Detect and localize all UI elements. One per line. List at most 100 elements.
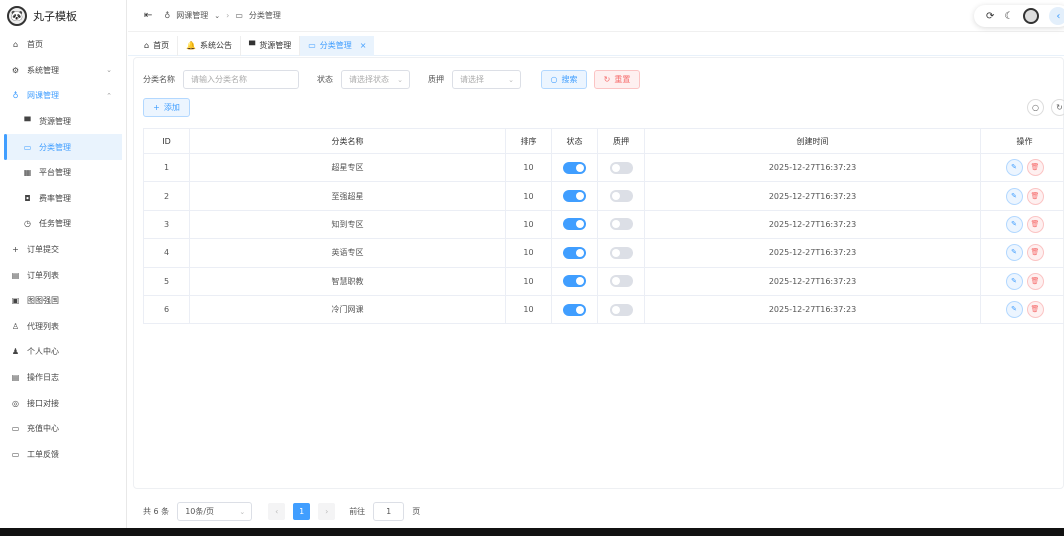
cell-sort: 10 xyxy=(505,266,552,296)
delete-icon[interactable]: 🗑 xyxy=(1026,301,1044,319)
cell-name: 冷门网课 xyxy=(189,294,506,325)
name-input[interactable]: 请输入分类名称 xyxy=(183,70,299,89)
pledge-toggle[interactable] xyxy=(609,190,633,203)
sidebar-item[interactable]: ▀ 货源管理 xyxy=(0,109,126,135)
chevron-icon: ⌄ xyxy=(106,66,112,75)
pledge-toggle[interactable] xyxy=(609,303,633,316)
search-label: 搜索 xyxy=(561,75,578,84)
edit-icon[interactable]: ✎ xyxy=(1005,301,1023,319)
breadcrumb-item[interactable]: 网课管理 xyxy=(176,10,208,21)
delete-icon[interactable]: 🗑 xyxy=(1026,272,1044,290)
tab[interactable]: ▭ 分类管理 × xyxy=(300,35,375,56)
search-button[interactable]: ○ 搜索 xyxy=(541,70,587,89)
edit-icon[interactable]: ✎ xyxy=(1005,244,1023,262)
status-toggle[interactable] xyxy=(563,161,586,174)
cell-name: 知到专区 xyxy=(189,209,506,240)
status-toggle[interactable] xyxy=(563,218,586,231)
edit-icon[interactable]: ✎ xyxy=(1005,272,1023,290)
sidebar-item[interactable]: ♟ 个人中心 xyxy=(0,339,126,365)
delete-icon[interactable]: 🗑 xyxy=(1026,215,1044,233)
status-toggle[interactable] xyxy=(563,303,586,316)
status-toggle[interactable] xyxy=(563,190,586,203)
sidebar-item[interactable]: ▤ 操作日志 xyxy=(0,365,126,391)
menu-icon: ♁ xyxy=(12,91,19,101)
delete-icon[interactable]: 🗑 xyxy=(1026,187,1044,205)
column-header: 状态 xyxy=(551,128,598,154)
cell-name: 至强超星 xyxy=(189,181,506,211)
sidebar-item[interactable]: ♙ 代理列表 xyxy=(0,314,126,340)
cell-pledge xyxy=(597,266,645,296)
search-icon: ○ xyxy=(550,75,558,84)
dark-mode-icon[interactable]: ☾ xyxy=(1004,11,1013,22)
page-1-button[interactable]: 1 xyxy=(293,503,311,520)
refresh-table-button[interactable]: ↻ xyxy=(1051,99,1064,116)
pledge-toggle[interactable] xyxy=(609,246,633,259)
table-row: 6 冷门网课 10 2025-12-27T16:37:23 ✎ 🗑 xyxy=(143,294,1064,325)
menu-icon: ▣ xyxy=(11,296,20,306)
cell-pledge xyxy=(597,181,645,211)
column-header: ID xyxy=(143,128,190,154)
cell-created: 2025-12-27T16:37:23 xyxy=(644,294,981,325)
edit-icon[interactable]: ✎ xyxy=(1005,159,1023,177)
pledge-toggle[interactable] xyxy=(609,275,633,288)
sidebar-item[interactable]: ⚙ 系统管理 ⌄ xyxy=(0,58,126,84)
sidebar-item-label: 平台管理 xyxy=(39,168,71,178)
edit-icon[interactable]: ✎ xyxy=(1005,187,1023,205)
chevron-icon: ⌃ xyxy=(106,91,112,100)
sidebar-item[interactable]: ▦ 平台管理 xyxy=(0,160,126,186)
sidebar-item[interactable]: ▭ 充值中心 xyxy=(0,416,126,442)
sidebar-item[interactable]: ◘ 费率管理 xyxy=(0,186,126,212)
sidebar-item[interactable]: ▭ 分类管理 xyxy=(4,134,122,160)
edit-icon[interactable]: ✎ xyxy=(1005,215,1023,233)
sidebar-item[interactable]: ▣ 图图强国 xyxy=(0,288,126,314)
tab[interactable]: ▀ 货源管理 xyxy=(241,35,301,56)
sidebar-item[interactable]: ▭ 工单反馈 xyxy=(0,442,126,468)
sidebar-item-label: 订单列表 xyxy=(27,270,59,280)
refresh-icon[interactable]: ⟳ xyxy=(986,11,994,22)
menu-icon: ♙ xyxy=(11,321,20,331)
cell-actions: ✎ 🗑 xyxy=(980,266,1064,296)
tab-label: 分类管理 xyxy=(319,41,352,50)
status-select[interactable]: 请选择状态 ⌄ xyxy=(341,70,410,89)
content-card: 分类名称 请输入分类名称 状态 请选择状态 ⌄ 质押 请选择 ⌄ ○ 搜索 ↻ 重置 +… xyxy=(133,57,1064,521)
sidebar-item[interactable]: ▤ 订单列表 xyxy=(0,262,126,288)
prev-page-button[interactable]: ‹ xyxy=(268,503,286,520)
collapse-toolbar-button[interactable]: ‹ xyxy=(1049,7,1064,25)
next-page-button[interactable]: › xyxy=(318,503,336,520)
pledge-select[interactable]: 请选择 ⌄ xyxy=(452,70,521,89)
sidebar-item[interactable]: ♁ 网课管理 ⌃ xyxy=(0,83,126,109)
sidebar-item[interactable]: ⌂ 首页 xyxy=(0,32,126,58)
sidebar-item-label: 网课管理 xyxy=(27,91,59,101)
menu-icon: ◎ xyxy=(12,398,19,408)
delete-icon[interactable]: 🗑 xyxy=(1026,159,1044,177)
page-size-value: 10条/页 xyxy=(185,507,215,516)
sidebar-item[interactable]: ◎ 接口对接 xyxy=(0,390,126,416)
menu-icon: ⌂ xyxy=(12,40,19,50)
status-toggle[interactable] xyxy=(563,275,586,288)
cell-created: 2025-12-27T16:37:23 xyxy=(644,238,981,268)
reset-button[interactable]: ↻ 重置 xyxy=(594,70,640,89)
sidebar-item[interactable]: ◷ 任务管理 xyxy=(0,211,126,237)
status-toggle[interactable] xyxy=(563,246,586,259)
pledge-toggle[interactable] xyxy=(609,161,633,174)
pledge-label: 质押 xyxy=(428,75,444,84)
goto-page-input[interactable]: 1 xyxy=(373,502,405,521)
delete-icon[interactable]: 🗑 xyxy=(1026,244,1044,262)
tab[interactable]: ⌂ 首页 xyxy=(136,35,179,56)
toggle-search-button[interactable]: ○ xyxy=(1027,99,1044,116)
page-size-select[interactable]: 10条/页 ⌄ xyxy=(177,502,253,521)
filter-bar: 分类名称 请输入分类名称 状态 请选择状态 ⌄ 质押 请选择 ⌄ ○ 搜索 ↻ 重置 xyxy=(143,70,640,89)
tab[interactable]: 🔔 系统公告 xyxy=(178,35,242,56)
tab-label: 首页 xyxy=(153,41,170,50)
sidebar-item[interactable]: + 订单提交 xyxy=(0,237,126,263)
sidebar-item-label: 接口对接 xyxy=(27,398,59,408)
user-avatar[interactable] xyxy=(1023,8,1040,24)
add-button[interactable]: + 添加 xyxy=(143,98,190,117)
pledge-toggle[interactable] xyxy=(609,218,633,231)
table-row: 3 知到专区 10 2025-12-27T16:37:23 ✎ 🗑 xyxy=(143,209,1064,240)
cell-created: 2025-12-27T16:37:23 xyxy=(644,152,981,183)
collapse-menu-icon[interactable]: ⇤ xyxy=(144,10,152,21)
panda-avatar-icon: 🐼 xyxy=(7,6,27,26)
close-icon[interactable]: × xyxy=(360,41,367,50)
menu-icon: ◘ xyxy=(24,193,31,203)
